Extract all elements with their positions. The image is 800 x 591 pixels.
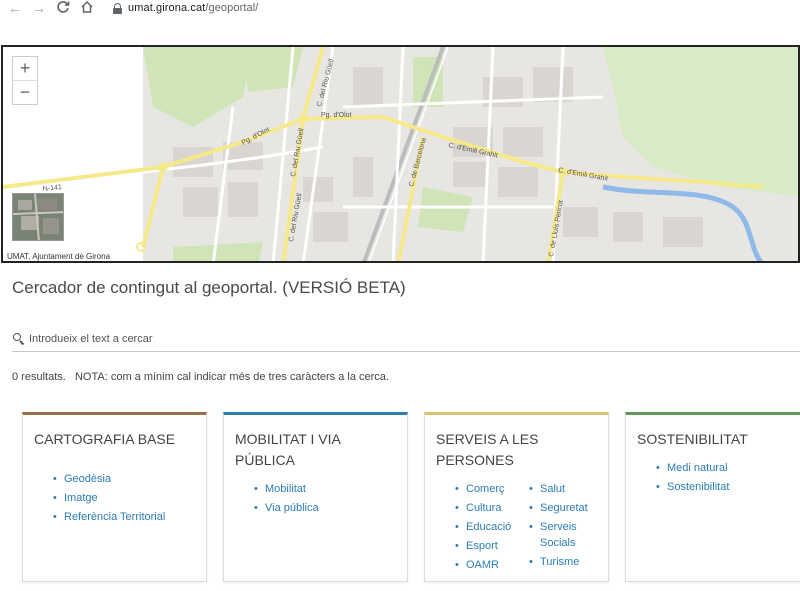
card-title: CARTOGRAFIA BASE — [34, 431, 176, 447]
link-imatge[interactable]: Imatge — [51, 490, 165, 506]
link-salut[interactable]: Salut — [527, 481, 607, 497]
link-cultura[interactable]: Cultura — [453, 500, 528, 516]
card-title: SERVEIS A LES PERSONES — [436, 431, 539, 468]
search-bar — [12, 326, 800, 352]
url-path: /geoportal/ — [205, 2, 259, 14]
card-cartografia-base: CARTOGRAFIA BASE Geodèsia Imatge Referèn… — [22, 412, 207, 582]
arrow-right-icon[interactable]: → — [30, 0, 48, 16]
link-sostenibilitat[interactable]: Sostenibilitat — [654, 479, 729, 495]
map-canvas[interactable]: Pg. d'Olot Pg. d'Olot C. del Riu Güell C… — [3, 47, 800, 263]
map-attribution: UMAT, Ajuntament de Girona — [5, 252, 113, 261]
reload-icon[interactable] — [54, 0, 72, 16]
zoom-in-button[interactable]: + — [13, 57, 37, 81]
card-link-list: Geodèsia Imatge Referència Territorial — [51, 471, 165, 528]
card-title: MOBILITAT I VIA PÚBLICA — [235, 431, 341, 468]
link-referencia-territorial[interactable]: Referència Territorial — [51, 509, 165, 525]
address-bar[interactable]: umat.girona.cat/geoportal/ — [113, 0, 258, 16]
card-mobilitat-via-publica: MOBILITAT I VIA PÚBLICA Mobilitat Via pú… — [223, 412, 408, 582]
card-link-list: Mobilitat Via pública — [252, 481, 319, 519]
card-link-list: Salut Seguretat Serveis Socials Turisme — [527, 481, 607, 573]
card-link-list: Comerç Cultura Educació Esport OAMR — [453, 481, 528, 576]
lock-icon — [113, 2, 122, 14]
link-oamr[interactable]: OAMR — [453, 557, 528, 573]
card-serveis-a-les-persones: SERVEIS A LES PERSONES Comerç Cultura Ed… — [424, 412, 609, 582]
map-view[interactable]: Pg. d'Olot Pg. d'Olot C. del Riu Güell C… — [1, 45, 800, 263]
home-icon[interactable] — [78, 0, 96, 16]
arrow-left-icon[interactable]: ← — [6, 0, 24, 16]
card-link-list: Medi natural Sostenibilitat — [654, 460, 729, 498]
search-icon — [12, 332, 25, 346]
card-title: SOSTENIBILITAT — [637, 431, 748, 447]
card-sostenibilitat: SOSTENIBILITAT Medi natural Sostenibilit… — [625, 412, 800, 582]
search-input[interactable] — [29, 332, 729, 345]
zoom-out-button[interactable]: − — [13, 81, 37, 105]
link-seguretat[interactable]: Seguretat — [527, 500, 607, 516]
link-esport[interactable]: Esport — [453, 538, 528, 554]
basemap-toggle-button[interactable] — [12, 193, 64, 241]
page-title: Cercador de contingut al geoportal. (VER… — [12, 278, 406, 297]
link-educacio[interactable]: Educació — [453, 519, 528, 535]
link-geodesia[interactable]: Geodèsia — [51, 471, 165, 487]
url-host: umat.girona.cat — [128, 2, 206, 14]
zoom-control: + − — [12, 56, 38, 105]
link-comerc[interactable]: Comerç — [453, 481, 528, 497]
link-medi-natural[interactable]: Medi natural — [654, 460, 729, 476]
link-turisme[interactable]: Turisme — [527, 554, 607, 570]
browser-toolbar: ← → umat.girona.cat/geoportal/ — [0, 0, 800, 44]
satellite-thumbnail-icon — [13, 194, 63, 240]
link-via-publica[interactable]: Via pública — [252, 500, 319, 516]
results-status: 0 resultats. NOTA: com a mínim cal indic… — [12, 371, 389, 383]
street-label: Pg. d'Olot — [321, 112, 352, 119]
link-serveis-socials[interactable]: Serveis Socials — [527, 519, 579, 551]
link-mobilitat[interactable]: Mobilitat — [252, 481, 319, 497]
